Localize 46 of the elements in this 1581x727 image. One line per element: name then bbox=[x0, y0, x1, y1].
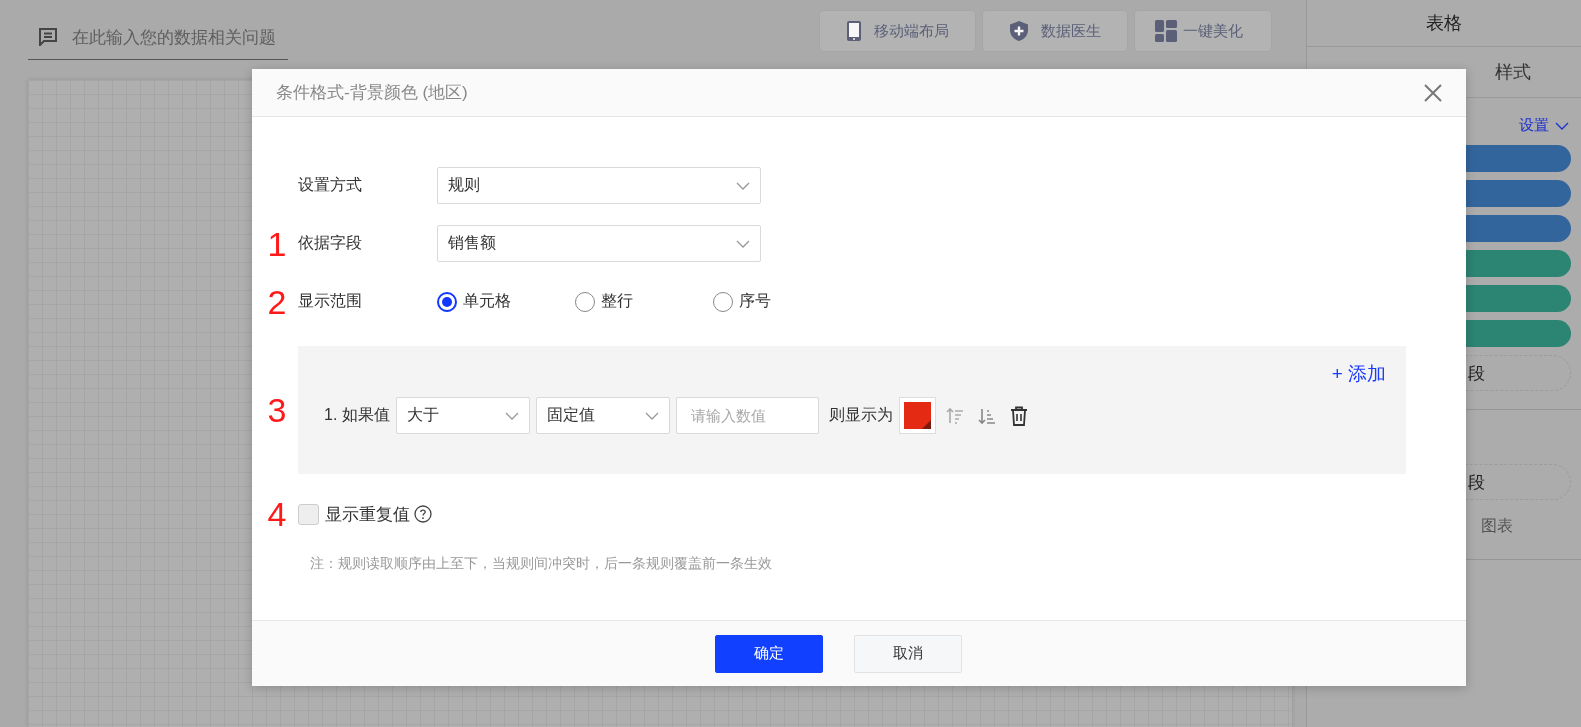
chevron-down-icon bbox=[1555, 121, 1569, 130]
chevron-down-icon bbox=[644, 411, 659, 420]
settings-link[interactable]: 设置 bbox=[1519, 116, 1569, 135]
chevron-down-icon bbox=[736, 181, 750, 190]
field-label: 依据字段 bbox=[298, 233, 363, 253]
radio-label[interactable]: 整行 bbox=[601, 291, 633, 312]
cancel-button[interactable]: 取消 bbox=[853, 634, 962, 673]
dialog-title: 条件格式-背景颜色 (地区) bbox=[276, 82, 468, 104]
add-link[interactable]: + 添加 bbox=[1331, 361, 1386, 387]
shield-icon bbox=[1009, 20, 1029, 42]
checkbox[interactable] bbox=[298, 503, 319, 525]
message-icon bbox=[38, 28, 58, 46]
confirm-button[interactable]: 确定 bbox=[714, 634, 823, 673]
help-icon bbox=[414, 505, 432, 523]
hint-text: 图表 bbox=[1480, 516, 1514, 536]
trash-icon bbox=[1009, 405, 1028, 426]
chevron-down-icon bbox=[504, 411, 519, 420]
layout-icon bbox=[1155, 20, 1177, 42]
panel-title: 表格 bbox=[1307, 0, 1581, 47]
chevron-down-icon bbox=[736, 239, 750, 248]
radio-button[interactable] bbox=[713, 291, 733, 312]
rule-condition-label: 1. 如果值 bbox=[324, 405, 390, 425]
phone-icon bbox=[846, 20, 862, 42]
step-number: 2 bbox=[266, 284, 287, 319]
radio-button[interactable] bbox=[437, 291, 457, 312]
dropdown[interactable]: 销售额 bbox=[437, 225, 761, 262]
panel-tab[interactable]: 样式 bbox=[1444, 47, 1581, 97]
close-icon bbox=[1424, 83, 1442, 102]
note-text: 注：规则读取顺序由上至下，当规则间冲突时，后一条规则覆盖前一条生效 bbox=[309, 554, 773, 573]
value-input[interactable]: 请输入数值 bbox=[675, 397, 819, 434]
step-number: 4 bbox=[266, 497, 287, 531]
step-number: 3 bbox=[266, 393, 287, 427]
radio-button[interactable] bbox=[575, 291, 595, 312]
dropdown[interactable]: 大于 bbox=[395, 397, 530, 434]
step-number: 1 bbox=[266, 226, 287, 261]
rule-result-label: 则显示为 bbox=[828, 405, 893, 425]
radio-label[interactable]: 序号 bbox=[739, 291, 771, 312]
close-button[interactable] bbox=[1424, 83, 1442, 102]
checkbox-label[interactable]: 显示重复值 bbox=[325, 502, 410, 526]
dropdown[interactable]: 规则 bbox=[437, 167, 761, 204]
sort-descending-icon bbox=[977, 406, 996, 425]
field-label: 显示范围 bbox=[298, 291, 363, 311]
dropdown[interactable]: 固定值 bbox=[535, 397, 670, 434]
radio-label[interactable]: 单元格 bbox=[463, 291, 511, 312]
sort-ascending-icon bbox=[945, 406, 964, 425]
field-label: 设置方式 bbox=[298, 175, 363, 195]
